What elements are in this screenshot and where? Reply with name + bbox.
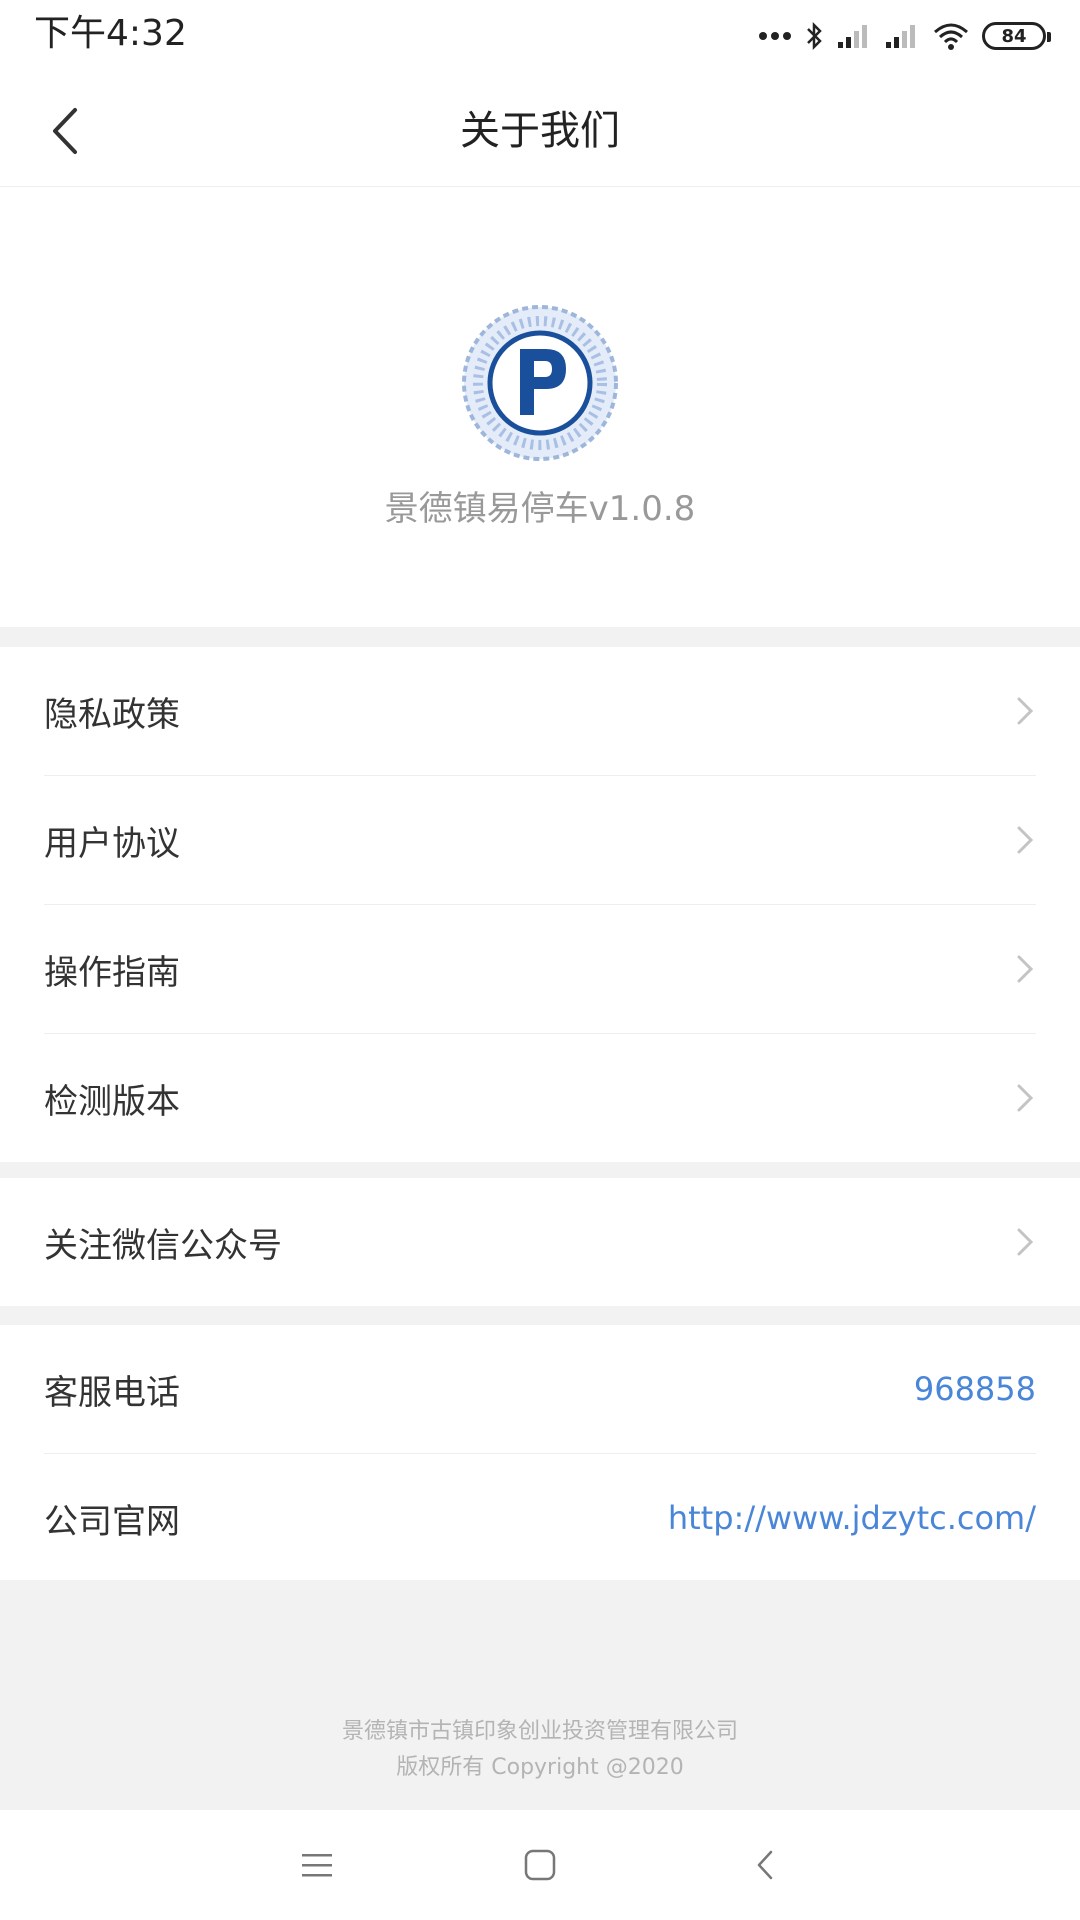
menu-item-label: 检测版本 [44,1081,180,1122]
menu-item-label: 隐私政策 [44,694,180,735]
page-title: 关于我们 [460,108,620,154]
menu-button[interactable] [292,1840,342,1890]
menu-group-wechat: 关注微信公众号 [0,1178,1080,1306]
footer-copyright: 版权所有 Copyright @2020 [396,1755,684,1780]
website-link[interactable]: http://www.jdzytc.com/ [668,1499,1036,1537]
system-nav-bar [0,1810,1080,1920]
footer-company: 景德镇市古镇印象创业投资管理有限公司 [341,1719,738,1744]
menu-item-operation-guide[interactable]: 操作指南 [44,905,1036,1034]
battery-level: 84 [1001,25,1027,47]
status-icons: 84 [758,16,1051,56]
menu-icon [302,1854,332,1877]
nav-header: 关于我们 [0,76,1080,187]
status-time: 下午4:32 [34,13,187,54]
menu-item-label: 用户协议 [44,823,180,864]
signal-icon [838,25,867,48]
contact-row-hotline: 客服电话 968858 [44,1325,1036,1454]
bluetooth-icon [807,21,822,51]
status-bar: 下午4:32 84 [0,0,1080,76]
home-button[interactable] [515,1840,565,1890]
parking-p-logo [462,305,618,461]
menu-item-label: 关注微信公众号 [44,1225,282,1266]
app-info-section: 景德镇易停车v1.0.8 [0,187,1080,627]
system-back-button[interactable] [740,1840,790,1890]
app-version: 景德镇易停车v1.0.8 [384,489,696,529]
more-dots-icon [759,32,791,40]
menu-item-follow-wechat[interactable]: 关注微信公众号 [44,1178,1036,1306]
menu-item-check-version[interactable]: 检测版本 [44,1034,1036,1162]
menu-item-label: 操作指南 [44,952,180,993]
menu-item-user-agreement[interactable]: 用户协议 [44,776,1036,905]
menu-item-privacy-policy[interactable]: 隐私政策 [44,647,1036,776]
wifi-icon [934,23,968,50]
contact-label: 公司官网 [44,1501,180,1542]
footer: 景德镇市古镇印象创业投资管理有限公司 版权所有 Copyright @2020 [0,1580,1080,1810]
menu-group-contact: 客服电话 968858 公司官网 http://www.jdzytc.com/ [0,1325,1080,1582]
menu-group-legal: 隐私政策 用户协议 操作指南 检测版本 [0,647,1080,1162]
hotline-phone-link[interactable]: 968858 [914,1370,1036,1408]
home-icon [524,1849,556,1881]
signal-icon [886,25,915,48]
chevron-right-icon [1017,826,1034,854]
chevron-right-icon [1017,955,1034,983]
chevron-right-icon [1017,697,1034,725]
contact-label: 客服电话 [44,1372,180,1413]
battery-icon: 84 [982,22,1051,50]
chevron-right-icon [1017,1084,1034,1112]
back-icon [757,1850,773,1880]
contact-row-website: 公司官网 http://www.jdzytc.com/ [44,1454,1036,1582]
chevron-right-icon [1017,1228,1034,1256]
